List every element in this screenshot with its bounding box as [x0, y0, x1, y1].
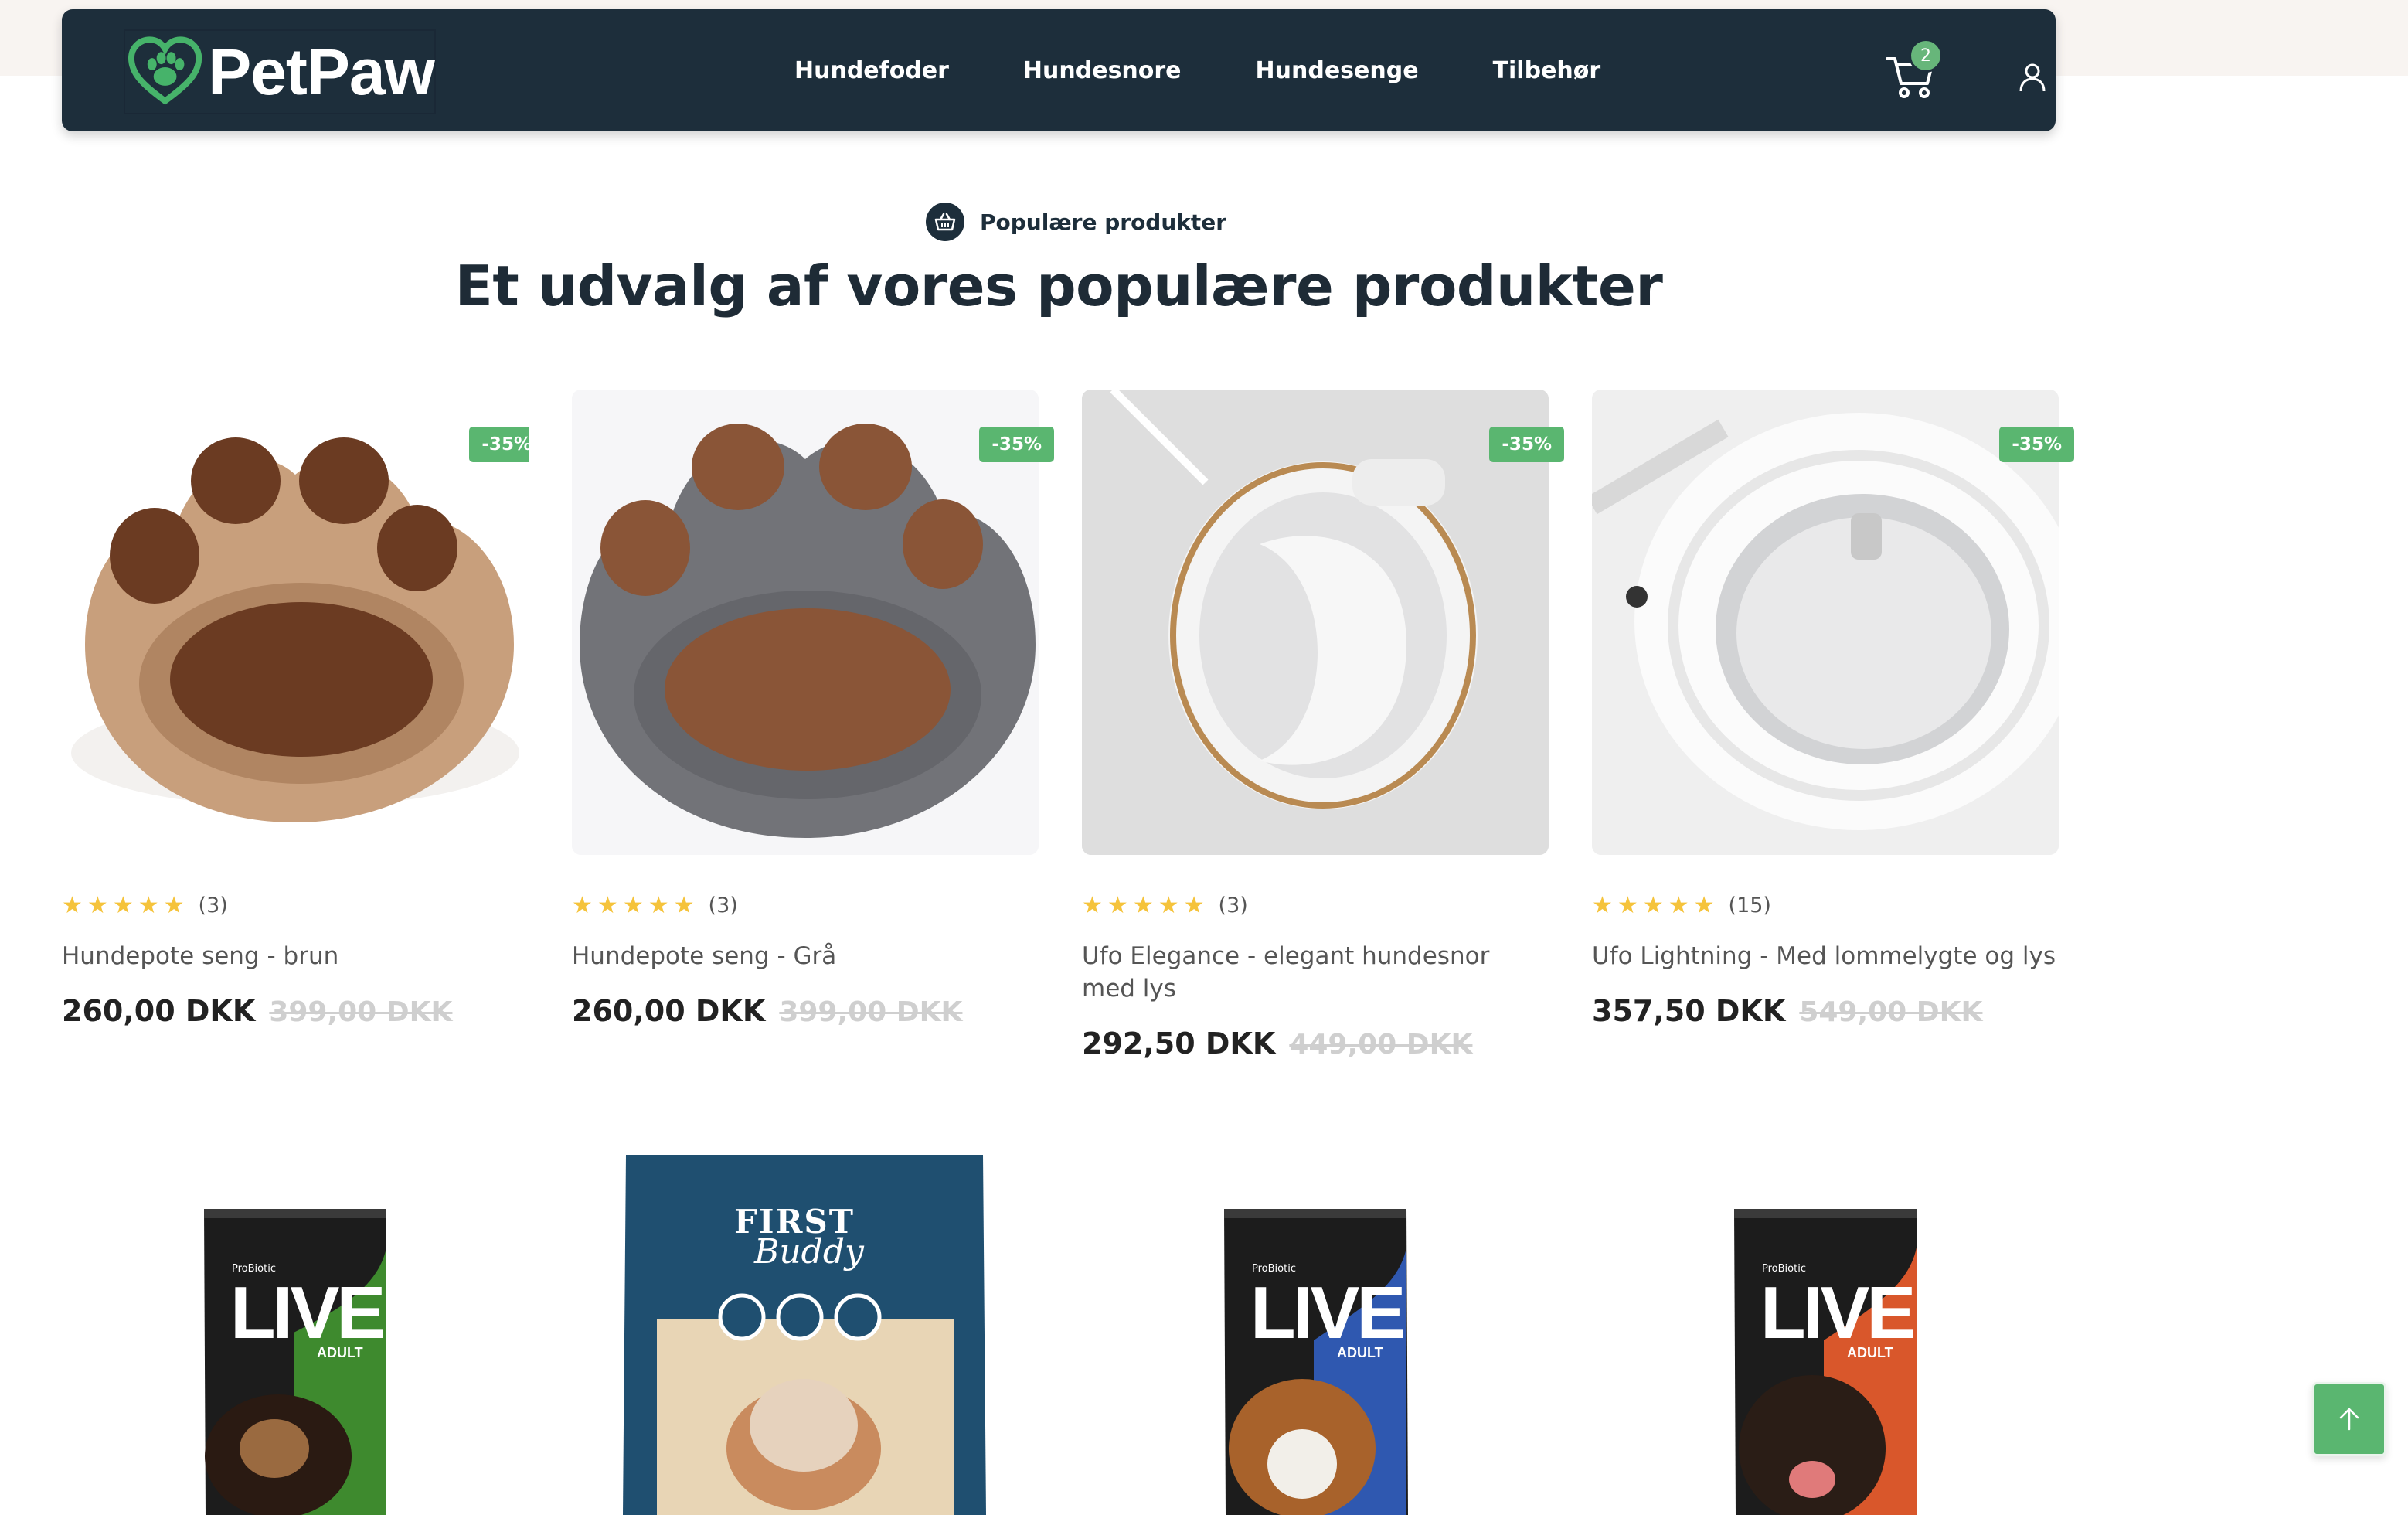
section-eyebrow: Populære produkter	[926, 203, 1226, 241]
bag-name: Buddy	[754, 1232, 864, 1272]
product-card[interactable]: -35% ★ ★ ★ ★ ★ (15) Ufo Lightning - Med …	[1592, 390, 2074, 1028]
star-icon: ★	[62, 891, 83, 919]
product-image[interactable]: ProBiotic LIVE ADULT	[1592, 1155, 2059, 1515]
star-icon: ★	[1132, 891, 1154, 919]
star-icon: ★	[597, 891, 618, 919]
bag-sub: ADULT	[1847, 1345, 1893, 1360]
product-card[interactable]: -35% ★ ★ ★ ★ ★ (3) Hundepote seng - Grå …	[572, 390, 1054, 1028]
star-rating: ★ ★ ★ ★ ★ (15)	[1592, 894, 1771, 918]
price-row: 260,00 DKK 399,00 DKK	[572, 994, 962, 1028]
original-price: 449,00 DKK	[1289, 1029, 1473, 1060]
discount-badge: -35%	[1489, 427, 1564, 462]
product-image[interactable]: -35%	[1592, 390, 2074, 855]
sale-price: 260,00 DKK	[62, 994, 256, 1028]
nav-item-hundesenge[interactable]: Hundesenge	[1256, 57, 1419, 84]
basket-icon	[926, 203, 964, 241]
section-title: Et udvalg af vores populære produkter	[454, 254, 1663, 318]
star-icon: ★	[648, 891, 669, 919]
product-title[interactable]: Hundepote seng - brun	[62, 940, 529, 972]
product-title[interactable]: Hundepote seng - Grå	[572, 940, 1039, 972]
star-rating: ★ ★ ★ ★ ★ (3)	[572, 894, 738, 918]
product-image[interactable]: ProBiotic LIVE ADULT	[62, 1155, 529, 1515]
main-nav: Hundefoder Hundesnore Hundesenge Tilbehø…	[794, 9, 1675, 131]
star-icon: ★	[1693, 891, 1715, 919]
rating-count: (15)	[1728, 894, 1771, 918]
star-icon: ★	[87, 891, 108, 919]
bag-name: LIVE	[1760, 1272, 1916, 1354]
price-row: 292,50 DKK 449,00 DKK	[1082, 1026, 1472, 1060]
nav-item-hundefoder[interactable]: Hundefoder	[794, 57, 949, 84]
site-header: PetPaw Hundefoder Hundesnore Hundesenge …	[62, 9, 2056, 131]
nav-item-tilbehor[interactable]: Tilbehør	[1493, 57, 1601, 84]
star-rating: ★ ★ ★ ★ ★ (3)	[1082, 894, 1248, 918]
discount-badge: -35%	[979, 427, 1054, 462]
eyebrow-label: Populære produkter	[980, 209, 1227, 235]
star-icon: ★	[1592, 891, 1613, 919]
star-icon: ★	[1617, 891, 1638, 919]
star-icon: ★	[1642, 891, 1664, 919]
discount-badge: -35%	[469, 427, 529, 462]
product-image[interactable]: -35%	[572, 390, 1054, 855]
product-title[interactable]: Ufo Lightning - Med lommelygte og lys	[1592, 940, 2059, 972]
discount-badge: -35%	[1999, 427, 2074, 462]
price-row: 260,00 DKK 399,00 DKK	[62, 994, 452, 1028]
product-image[interactable]: -35%	[1082, 390, 1564, 855]
brand-logo[interactable]: PetPaw	[124, 29, 436, 114]
star-icon: ★	[163, 891, 185, 919]
brand-name: PetPaw	[208, 35, 435, 108]
product-card[interactable]: -35% ★ ★ ★ ★ ★ (3) Ufo Elegance - elegan…	[1082, 390, 1564, 1060]
bag-sub: ADULT	[1337, 1345, 1383, 1360]
star-icon: ★	[622, 891, 644, 919]
star-icon: ★	[673, 891, 695, 919]
bag-name: LIVE	[230, 1272, 386, 1354]
arrow-up-icon	[2339, 1408, 2359, 1431]
original-price: 399,00 DKK	[779, 996, 963, 1028]
original-price: 549,00 DKK	[1799, 996, 1983, 1028]
bag-sub: ADULT	[317, 1345, 363, 1360]
star-icon: ★	[572, 891, 593, 919]
sale-price: 260,00 DKK	[572, 994, 766, 1028]
star-icon: ★	[1158, 891, 1179, 919]
bag-name: LIVE	[1250, 1272, 1406, 1354]
rating-count: (3)	[198, 894, 228, 918]
rating-count: (3)	[708, 894, 738, 918]
nav-item-hundesnore[interactable]: Hundesnore	[1023, 57, 1182, 84]
product-card[interactable]: -35% ★ ★ ★ ★ ★ (3) Hundepote seng - brun…	[62, 390, 529, 1028]
paw-heart-icon	[128, 36, 202, 105]
price-row: 357,50 DKK 549,00 DKK	[1592, 994, 1982, 1028]
star-rating: ★ ★ ★ ★ ★ (3)	[62, 894, 228, 918]
original-price: 399,00 DKK	[269, 996, 453, 1028]
scroll-to-top-button[interactable]	[2312, 1382, 2386, 1456]
product-image[interactable]: -35%	[62, 390, 529, 855]
sale-price: 357,50 DKK	[1592, 994, 1786, 1028]
star-icon: ★	[1668, 891, 1689, 919]
product-image[interactable]: ProBiotic LIVE ADULT	[1082, 1155, 1549, 1515]
product-title[interactable]: Ufo Elegance - elegant hundesnor med lys	[1082, 940, 1549, 1005]
star-icon: ★	[112, 891, 134, 919]
star-icon: ★	[1107, 891, 1128, 919]
star-icon: ★	[138, 891, 159, 919]
sale-price: 292,50 DKK	[1082, 1026, 1276, 1060]
user-account-icon[interactable]	[2017, 62, 2048, 93]
star-icon: ★	[1082, 891, 1103, 919]
star-icon: ★	[1183, 891, 1205, 919]
product-image[interactable]: FIRST Buddy	[572, 1155, 1039, 1515]
rating-count: (3)	[1218, 894, 1248, 918]
cart-count-badge: 2	[1909, 39, 1943, 73]
